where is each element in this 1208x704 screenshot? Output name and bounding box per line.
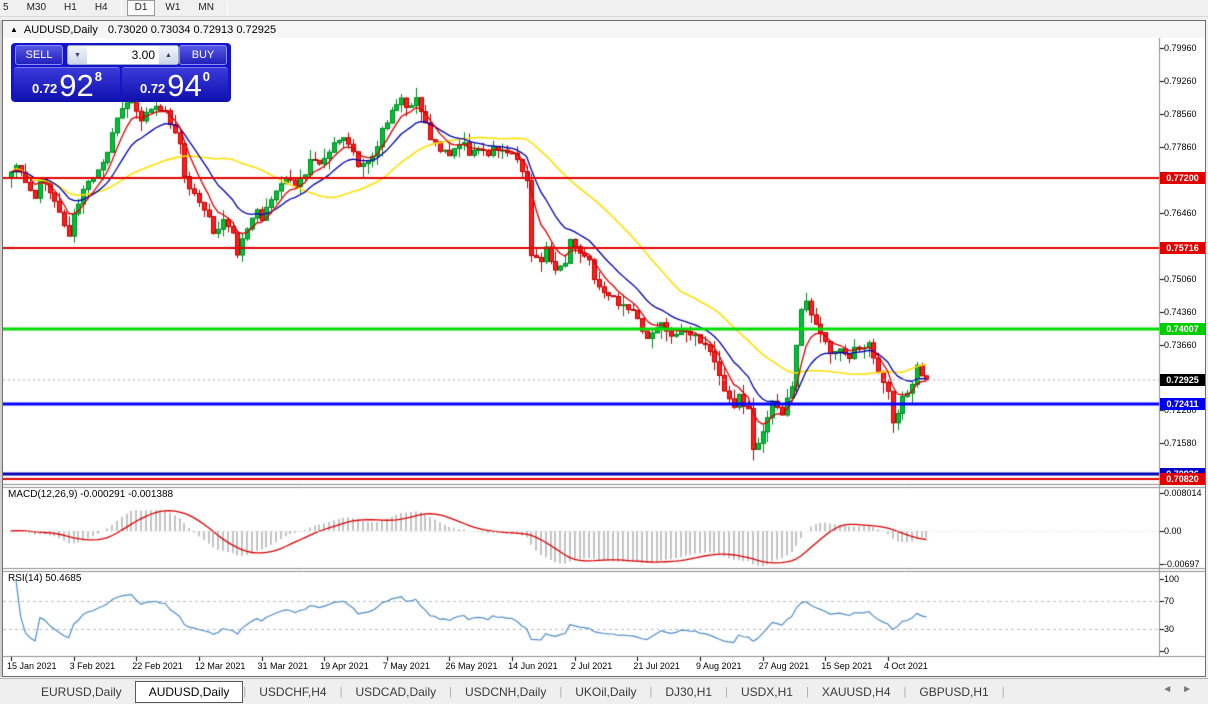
date-tick-label: 19 Apr 2021 xyxy=(320,661,369,671)
date-tick-label: 4 Oct 2021 xyxy=(883,661,928,671)
price-level-badge: 0.72411 xyxy=(1160,398,1205,411)
sell-price-prefix: 0.72 xyxy=(31,81,58,96)
axis-tick-label: 0.008014 xyxy=(1164,488,1202,499)
axis-tick-label: 0.77860 xyxy=(1164,142,1197,153)
buy-price-prefix: 0.72 xyxy=(139,81,166,96)
buy-price-display[interactable]: 0.72 94 0 xyxy=(122,67,228,102)
macd-indicator-label: MACD(12,26,9) -0.000291 -0.001388 xyxy=(8,489,174,500)
volume-decrease-button[interactable]: ▼ xyxy=(68,46,87,64)
date-tick-label: 31 Mar 2021 xyxy=(257,661,309,671)
trading-terminal: 5 M30 H1 H4 D1 W1 MN ▲ AUDUSD,Daily 0.73020 0.… xyxy=(0,0,1208,704)
tab-eurusd[interactable]: EURUSD,Daily xyxy=(28,682,135,702)
price-level-badge: 0.77200 xyxy=(1160,172,1205,185)
sell-price-display[interactable]: 0.72 92 8 xyxy=(14,67,120,102)
tab-scroll-left-icon: ◄ xyxy=(1162,684,1183,695)
timeframe-button-m30[interactable]: M30 xyxy=(19,0,54,16)
axis-tick-label: 0.75060 xyxy=(1164,274,1197,285)
axis-tick-label: 0.79960 xyxy=(1164,43,1197,53)
axis-tick-label: 100 xyxy=(1164,574,1180,584)
date-tick-label: 2 Jul 2021 xyxy=(570,661,613,671)
date-tick-label: 9 Aug 2021 xyxy=(695,661,742,671)
timeframe-button-d1[interactable]: D1 xyxy=(126,0,156,16)
toolbar-separator xyxy=(120,1,122,15)
chart-symbol-period: AUDUSD,Daily xyxy=(23,23,98,36)
date-tick-label: 22 Feb 2021 xyxy=(132,661,183,671)
chart-canvas[interactable] xyxy=(3,38,1205,676)
one-click-trading-panel: SELL ▼ ▲ BUY 0.72 92 8 0.72 xyxy=(11,43,231,102)
timeframe-button-5[interactable]: 5 xyxy=(0,0,17,16)
axis-tick-label: 0.71580 xyxy=(1164,438,1197,449)
date-tick-label: 21 Jul 2021 xyxy=(633,661,680,671)
date-tick-label: 3 Feb 2021 xyxy=(69,661,116,671)
chart-title-bar: ▲ AUDUSD,Daily 0.73020 0.73034 0.72913 0… xyxy=(3,21,1205,38)
tab-dj30[interactable]: DJ30,H1 xyxy=(652,682,725,702)
date-tick-label: 27 Aug 2021 xyxy=(758,661,810,671)
axis-tick-label: 0.79260 xyxy=(1164,76,1197,87)
tab-usdchf[interactable]: USDCHF,H4 xyxy=(246,682,339,702)
axis-tick-label: 0.78560 xyxy=(1164,109,1197,120)
buy-price-main: 94 xyxy=(167,68,202,103)
timeframe-button-mn[interactable]: MN xyxy=(190,0,222,16)
sell-button[interactable]: SELL xyxy=(15,45,63,65)
tab-scroll-arrows[interactable]: ◄► xyxy=(1162,684,1202,695)
date-tick-label: 15 Sep 2021 xyxy=(821,661,873,671)
tab-gbpusd[interactable]: GBPUSD,H1 xyxy=(906,682,1001,702)
timeframe-toolbar: 5 M30 H1 H4 D1 W1 MN xyxy=(0,0,1208,17)
axis-tick-label: 70 xyxy=(1164,595,1175,606)
axis-tick-label: 0.74360 xyxy=(1164,307,1197,318)
buy-button[interactable]: BUY xyxy=(179,45,227,65)
date-tick-label: 26 May 2021 xyxy=(445,661,498,671)
buy-price-pip: 0 xyxy=(202,69,211,84)
volume-stepper: ▼ ▲ xyxy=(67,45,179,65)
tab-ukoil[interactable]: UKOil,Daily xyxy=(562,682,649,702)
tab-audusd[interactable]: AUDUSD,Daily xyxy=(134,680,244,703)
price-level-badge: 0.74007 xyxy=(1160,322,1205,335)
axis-tick-label: 0 xyxy=(1164,646,1170,656)
chart-area: SELL ▼ ▲ BUY 0.72 92 8 0.72 xyxy=(3,38,1205,676)
tab-usdx[interactable]: USDX,H1 xyxy=(728,682,806,702)
tab-xauusd[interactable]: XAUUSD,H4 xyxy=(809,682,904,702)
tab-divider: | xyxy=(1001,685,1005,698)
tab-scroll-right-icon: ► xyxy=(1182,684,1202,695)
axis-tick-label: 0.73660 xyxy=(1164,340,1197,351)
axis-tick-label: 0.76460 xyxy=(1164,208,1197,219)
chart-window: ▲ AUDUSD,Daily 0.73020 0.73034 0.72913 0… xyxy=(2,20,1206,677)
price-level-badge: 0.70820 xyxy=(1160,473,1205,486)
tab-usdcad[interactable]: USDCAD,Daily xyxy=(342,682,449,702)
sell-price-main: 92 xyxy=(59,68,94,103)
price-level-badge: 0.72925 xyxy=(1160,373,1205,386)
sell-price-pip: 8 xyxy=(94,69,103,84)
volume-increase-button[interactable]: ▲ xyxy=(159,46,178,64)
timeframe-button-h4[interactable]: H4 xyxy=(87,0,116,16)
axis-tick-label: 30 xyxy=(1164,624,1175,635)
chart-ohlc-quotes: 0.73020 0.73034 0.72913 0.72925 xyxy=(107,23,277,36)
date-tick-label: 15 Jan 2021 xyxy=(7,661,57,671)
rsi-indicator-label: RSI(14) 50.4685 xyxy=(8,573,82,584)
date-tick-label: 12 Mar 2021 xyxy=(194,661,246,671)
symbol-arrow-icon: ▲ xyxy=(10,25,18,34)
tab-usdcnh[interactable]: USDCNH,Daily xyxy=(452,682,559,702)
axis-tick-label: -0.00697 xyxy=(1164,559,1200,570)
symbol-tab-bar: EURUSD,Daily AUDUSD,Daily | USDCHF,H4 | USDCA… xyxy=(0,678,1208,704)
date-tick-label: 14 Jun 2021 xyxy=(508,661,558,671)
date-tick-label: 7 May 2021 xyxy=(382,661,430,671)
axis-tick-label: 0.00 xyxy=(1164,526,1182,536)
timeframe-button-w1[interactable]: W1 xyxy=(157,0,188,16)
timeframe-button-h1[interactable]: H1 xyxy=(56,0,85,16)
price-level-badge: 0.75716 xyxy=(1160,242,1205,255)
volume-input[interactable] xyxy=(87,46,159,64)
toolbar-separator xyxy=(226,1,228,15)
